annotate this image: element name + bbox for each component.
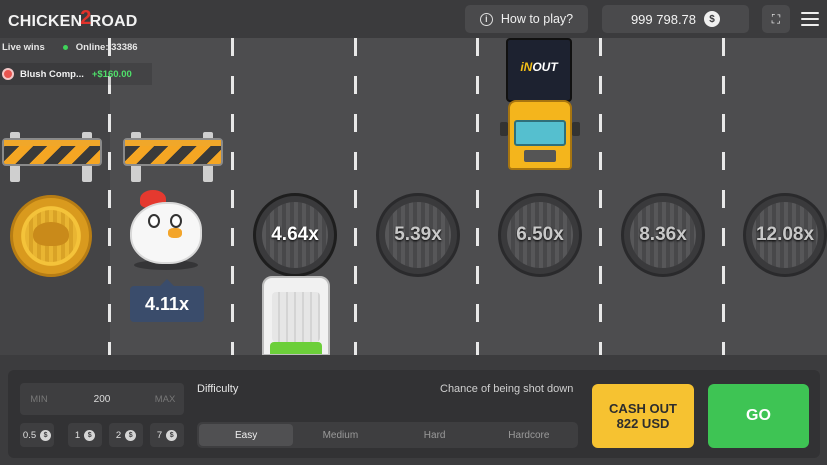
win-username: Blush Comp... [20, 68, 84, 80]
win-amount: +$160.00 [91, 68, 132, 80]
chip-value: 7 [156, 429, 163, 441]
lane-divider [108, 38, 111, 355]
chicken-beak [168, 228, 182, 238]
lane-divider [354, 38, 357, 355]
online-count: Online: 33386 [62, 42, 138, 53]
lane-manhole[interactable]: 12.08x [743, 193, 827, 277]
menu-icon-bar [801, 12, 819, 14]
menu-icon-bar [801, 24, 819, 26]
chicken-emblem-icon [33, 222, 69, 246]
truck-mirror [572, 122, 580, 136]
chip-value: 0.5 [22, 429, 37, 441]
balance-display: 999 798.78 $ [602, 5, 749, 33]
road-barrier [2, 132, 102, 182]
difficulty-selector: Easy Medium Hard Hardcore [197, 422, 578, 448]
delivery-truck: iNOUT [500, 38, 580, 174]
go-button[interactable]: GO [708, 384, 809, 448]
truck-logo-in: iN [520, 60, 533, 74]
lane-multiplier: 6.50x [516, 224, 564, 245]
lane-multiplier: 8.36x [639, 224, 687, 245]
dollar-coin-icon: $ [166, 429, 178, 441]
fullscreen-icon: ⛶ [771, 11, 781, 26]
cash-out-label: CASH OUT [609, 401, 677, 416]
menu-icon-bar [801, 18, 819, 20]
bet-amount-input[interactable]: MIN 200 MAX [20, 383, 184, 415]
quick-bet-chip[interactable]: 1 $ [68, 423, 102, 447]
dollar-coin-icon: $ [40, 429, 52, 441]
truck-mirror [500, 122, 508, 136]
game-logo: CHICKEN2ROAD [8, 7, 138, 32]
avatar [2, 68, 14, 80]
road-barrier [123, 132, 223, 182]
fullscreen-button[interactable]: ⛶ [762, 5, 790, 33]
info-icon: i [479, 12, 493, 26]
lane-multiplier: 12.08x [755, 224, 815, 245]
car-roof [272, 292, 320, 342]
max-bet-button[interactable]: MAX [146, 394, 184, 405]
difficulty-medium[interactable]: Medium [293, 424, 387, 446]
chicken-eye [170, 214, 182, 228]
logo-text-right: ROAD [89, 13, 138, 30]
online-dot-icon [62, 44, 68, 50]
chip-value: 1 [74, 429, 81, 441]
logo-text-left: CHICKEN [8, 13, 83, 30]
chip-value: 2 [115, 429, 122, 441]
bet-value[interactable]: 200 [58, 394, 146, 405]
truck-grill [524, 150, 556, 162]
truck-logo-out: OUT [532, 60, 558, 74]
online-count-text: Online: 33386 [75, 42, 138, 53]
lane-divider [722, 38, 725, 355]
lane-divider [599, 38, 602, 355]
lane-manhole[interactable]: 6.50x [498, 193, 582, 277]
game-root: CHICKEN2ROAD i How to play? 999 798.78 $… [0, 0, 827, 465]
car-green-stripe [270, 342, 322, 354]
menu-button[interactable] [800, 9, 820, 29]
quick-bet-chip[interactable]: 2 $ [109, 423, 143, 447]
lane-multiplier: 5.39x [394, 224, 442, 245]
dollar-coin-icon: $ [84, 429, 96, 441]
lane-divider [476, 38, 479, 355]
difficulty-hard[interactable]: Hard [388, 424, 482, 446]
how-to-play-label: How to play? [500, 12, 574, 26]
lane-manhole[interactable]: 4.64x [253, 193, 337, 277]
cash-out-button[interactable]: CASH OUT 822 USD [592, 384, 694, 448]
difficulty-label: Difficulty [197, 383, 239, 395]
quick-bet-chip[interactable]: 0.5 $ [20, 423, 54, 447]
lane-manhole[interactable]: 5.39x [376, 193, 460, 277]
min-bet-button[interactable]: MIN [20, 394, 58, 405]
current-multiplier-badge: 4.11x [130, 279, 204, 322]
cash-out-amount: 822 USD [616, 416, 670, 431]
start-golden-manhole [10, 195, 92, 277]
lane-multiplier: 4.64x [271, 224, 319, 245]
live-wins-header: Live wins Online: 33386 [2, 42, 138, 53]
chance-label: Chance of being shot down [440, 383, 574, 395]
chicken-character [126, 188, 204, 270]
barrier-stripe [123, 138, 223, 166]
lane-divider [231, 38, 234, 355]
white-car [262, 276, 330, 356]
truck-logo: iNOUT [506, 60, 572, 74]
chicken-eye [148, 214, 160, 228]
lane-manhole[interactable]: 8.36x [621, 193, 705, 277]
chicken-body [130, 202, 202, 264]
dollar-coin-icon: $ [704, 11, 721, 27]
barrier-stripe [2, 138, 102, 166]
truck-windshield [514, 120, 566, 146]
difficulty-hardcore[interactable]: Hardcore [482, 424, 576, 446]
how-to-play-button[interactable]: i How to play? [465, 5, 588, 33]
live-win-row: Blush Comp... +$160.00 [0, 63, 152, 85]
balance-value: 999 798.78 [630, 11, 697, 27]
difficulty-easy[interactable]: Easy [199, 424, 294, 446]
logo-number: 2 [80, 7, 92, 29]
top-bar: CHICKEN2ROAD i How to play? 999 798.78 $… [0, 0, 827, 38]
live-wins-label: Live wins [2, 42, 45, 53]
dollar-coin-icon: $ [125, 429, 137, 441]
quick-bet-chip[interactable]: 7 $ [150, 423, 184, 447]
